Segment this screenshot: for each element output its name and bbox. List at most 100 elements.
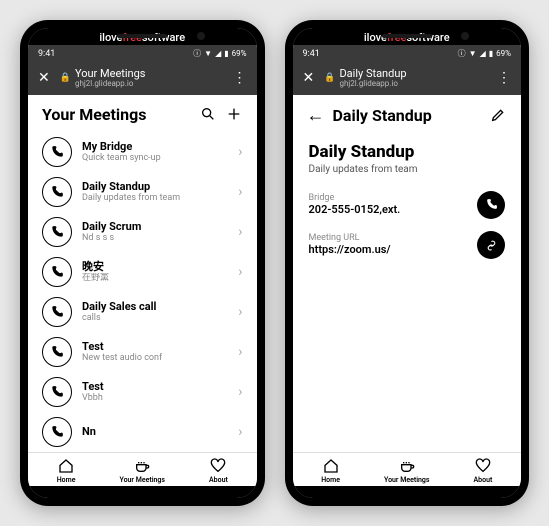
list-item-subtitle: Nd s s s	[82, 233, 228, 244]
status-icons: ⓘ ▼ ◢ ▮ 69%	[458, 48, 511, 59]
heart-icon	[209, 457, 227, 475]
status-icons: ⓘ ▼ ◢ ▮ 69%	[193, 48, 246, 59]
detail-subtitle: Daily updates from team	[309, 164, 506, 175]
info-icon: ⓘ	[458, 48, 466, 59]
phone-right: ilovefreesoftware 9:41 ⓘ ▼ ◢ ▮ 69% ✕ 🔒 D…	[285, 20, 530, 506]
app-bar: ✕ 🔒 Your Meetings ghj2l.glideapp.io ⋮	[28, 62, 257, 95]
edit-icon[interactable]	[489, 106, 507, 124]
nav-home[interactable]: Home	[293, 457, 369, 484]
wifi-icon: ▼	[469, 49, 477, 58]
meetings-list: My BridgeQuick team sync-up›Daily Standu…	[28, 132, 257, 452]
appbar-title: Your Meetings	[75, 68, 146, 79]
close-icon[interactable]: ✕	[303, 70, 315, 86]
battery-pct: 69%	[496, 49, 511, 58]
appbar-title: Daily Standup	[339, 68, 406, 79]
chevron-right-icon: ›	[238, 144, 242, 160]
list-item-title: 晚安	[82, 260, 228, 273]
detail-body: Daily Standup Daily updates from team Br…	[293, 134, 522, 452]
list-item-subtitle: 在野黨	[82, 273, 228, 284]
list-item[interactable]: Daily StandupDaily updates from team ›	[38, 172, 247, 212]
detail-title: Daily Standup	[309, 142, 506, 162]
chevron-right-icon: ›	[238, 344, 242, 360]
bottom-nav: Home Your Meetings About	[293, 452, 522, 486]
add-icon[interactable]	[225, 105, 243, 123]
nav-meetings[interactable]: Your Meetings	[369, 457, 445, 484]
page-title: Your Meetings	[42, 105, 191, 124]
watermark: ilovefreesoftware	[28, 28, 257, 45]
search-icon[interactable]	[199, 105, 217, 123]
list-item[interactable]: TestNew test audio conf›	[38, 332, 247, 372]
list-item[interactable]: Daily Sales callcalls ›	[38, 292, 247, 332]
url-value: https://zoom.us/	[309, 243, 478, 256]
list-item[interactable]: My BridgeQuick team sync-up ›	[38, 132, 247, 172]
app-bar: ✕ 🔒 Daily Standup ghj2l.glideapp.io ⋮	[293, 62, 522, 95]
status-bar: 9:41 ⓘ ▼ ◢ ▮ 69%	[28, 45, 257, 62]
phone-icon	[42, 257, 72, 287]
list-item[interactable]: 晚安在野黨 ›	[38, 252, 247, 292]
phone-left: ilovefreesoftware 9:41 ⓘ ▼ ◢ ▮ 69% ✕ 🔒 Y…	[20, 20, 265, 506]
list-item-title: Daily Sales call	[82, 300, 228, 313]
coffee-icon	[398, 457, 416, 475]
chevron-right-icon: ›	[238, 304, 242, 320]
phone-icon	[42, 337, 72, 367]
list-item-title: Daily Scrum	[82, 220, 228, 233]
list-item[interactable]: Daily ScrumNd s s s›	[38, 212, 247, 252]
list-item-subtitle: calls	[82, 313, 228, 324]
detail-row-bridge: Bridge 202-555-0152,ext.	[309, 191, 506, 219]
phone-icon	[42, 177, 72, 207]
nav-home[interactable]: Home	[28, 457, 104, 484]
phone-icon	[42, 417, 72, 447]
lock-icon: 🔒	[60, 73, 71, 83]
battery-pct: 69%	[232, 49, 247, 58]
list-item-text: Daily Sales callcalls	[82, 300, 228, 324]
bridge-value: 202-555-0152,ext.	[309, 203, 478, 216]
detail-row-url: Meeting URL https://zoom.us/	[309, 231, 506, 259]
nav-meetings[interactable]: Your Meetings	[104, 457, 180, 484]
battery-icon: ▮	[224, 49, 228, 58]
close-icon[interactable]: ✕	[38, 70, 50, 86]
bottom-nav: Home Your Meetings About	[28, 452, 257, 486]
kebab-menu-icon[interactable]: ⋮	[233, 70, 247, 86]
screen-left: ilovefreesoftware 9:41 ⓘ ▼ ◢ ▮ 69% ✕ 🔒 Y…	[28, 28, 257, 498]
bridge-label: Bridge	[309, 193, 478, 203]
chevron-right-icon: ›	[238, 424, 242, 440]
list-item-text: Daily ScrumNd s s s	[82, 220, 228, 244]
phone-icon	[42, 217, 72, 247]
nav-handle	[293, 486, 522, 498]
nav-about[interactable]: About	[180, 457, 256, 484]
home-icon	[322, 457, 340, 475]
list-item-subtitle: Daily updates from team	[82, 193, 228, 204]
wifi-icon: ▼	[204, 49, 212, 58]
home-icon	[57, 457, 75, 475]
page-header: Your Meetings	[28, 95, 257, 132]
list-item[interactable]: Nn›	[38, 412, 247, 452]
list-item-subtitle: Vbbh	[82, 393, 228, 404]
phone-icon	[42, 377, 72, 407]
battery-icon: ▮	[489, 49, 493, 58]
nav-about[interactable]: About	[445, 457, 521, 484]
status-bar: 9:41 ⓘ ▼ ◢ ▮ 69%	[293, 45, 522, 62]
list-item-subtitle: Quick team sync-up	[82, 153, 228, 164]
page-title: Daily Standup	[333, 106, 482, 125]
list-item-title: Daily Standup	[82, 180, 228, 193]
appbar-subtitle: ghj2l.glideapp.io	[339, 79, 406, 89]
signal-icon: ◢	[480, 49, 486, 58]
phone-icon	[42, 137, 72, 167]
chevron-right-icon: ›	[238, 184, 242, 200]
list-item-subtitle: New test audio conf	[82, 353, 228, 364]
phone-icon	[42, 297, 72, 327]
list-item[interactable]: TestVbbh ›	[38, 372, 247, 412]
back-icon[interactable]: ←	[307, 105, 325, 126]
chevron-right-icon: ›	[238, 384, 242, 400]
kebab-menu-icon[interactable]: ⋮	[497, 70, 511, 86]
call-button[interactable]	[477, 191, 505, 219]
link-button[interactable]	[477, 231, 505, 259]
list-item-title: My Bridge	[82, 140, 228, 153]
chevron-right-icon: ›	[238, 264, 242, 280]
list-item-title: Test	[82, 380, 228, 393]
coffee-icon	[133, 457, 151, 475]
list-item-text: 晚安在野黨	[82, 260, 228, 284]
list-item-text: TestVbbh	[82, 380, 228, 404]
list-item-text: Daily StandupDaily updates from team	[82, 180, 228, 204]
signal-icon: ◢	[215, 49, 221, 58]
